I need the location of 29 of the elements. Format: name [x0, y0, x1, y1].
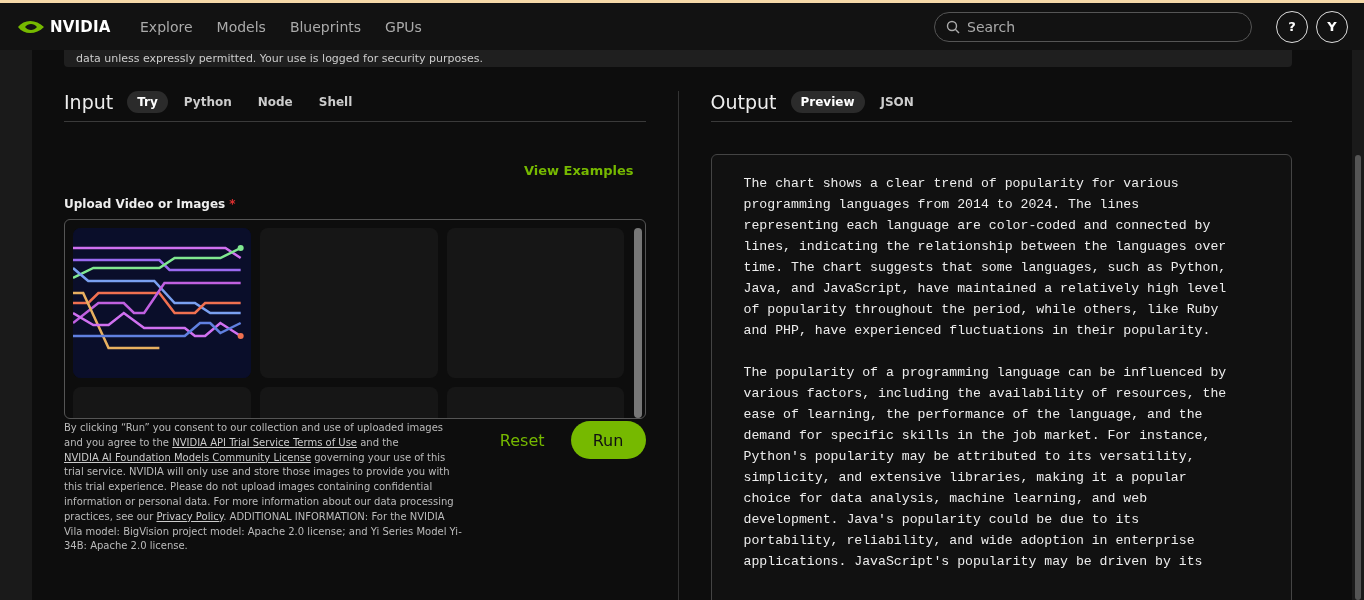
run-button[interactable]: Run	[570, 421, 646, 459]
section-title: Output	[710, 91, 777, 113]
search-field[interactable]: Search	[934, 11, 1252, 42]
required-mark: *	[229, 197, 236, 211]
view-examples-link[interactable]: View Examples	[523, 163, 634, 178]
output-paragraph: The popularity of a programming language can be influenced by various factors, including the availability of resources, the ease of learning, the performance of the language, and the demand for specific skills in the job market. For instance, Python's popularity may be attributed to its versatility, simplicity, and extensive libraries, making it a popular choice for data analysis, machine learning, and web development. Java's popularity could be due to its portability, reliability, and wide adoption in enterprise applications. JavaScript's popularity may be driven by its	[743, 364, 1228, 571]
consent-text: By clicking “Run” you consent to our collection and use of uploaded images and you agree to the NVIDIA API Trial Service Terms of Use and the NVIDIA AI Foundation Models Community License governing your use of this trial service. NVIDIA will only use and store those images to provide you with this trial experience. Please do not upload images containing confidential information or personal data. For more information about our data processing practices, see our Privacy Policy. ADDITIONAL INFORMATION: For the NVIDIA Vila model: BigVision project model: Apache 2.0 license; and Yi Series Model Yi-34B: Apache 2.0 license.	[64, 421, 463, 554]
tab[interactable]: Python	[173, 91, 242, 113]
tab[interactable]: Preview	[790, 91, 865, 113]
scrollbar-thumb[interactable]	[633, 228, 642, 418]
nav-link[interactable]: GPUs	[385, 18, 422, 35]
nav-link[interactable]: Blueprints	[289, 18, 362, 35]
output-paragraph: The chart shows a clear trend of popularity for various programming languages from 2014 to 2024. The lines representing each language are color-coded and connected by lines, indicating the relationship between the languages over time. The chart suggests that some languages, such as Python, Java, and JavaScript, have maintained a relatively high level of popularity throughout the period, while others, like Ruby and PHP, have experienced fluctuations in their popularity.	[743, 175, 1228, 340]
search-icon	[946, 19, 960, 34]
upload-area[interactable]	[64, 219, 646, 419]
tab[interactable]: JSON	[870, 91, 924, 113]
nav-link[interactable]: Models	[216, 18, 266, 35]
policy-link[interactable]: NVIDIA AI Foundation Models Community License	[64, 451, 312, 463]
tab[interactable]: Try	[127, 91, 168, 113]
field-label: Upload Video or Images	[64, 197, 226, 211]
policy-link[interactable]: NVIDIA API Trial Service Terms of Use	[172, 436, 358, 448]
scrollbar-thumb[interactable]	[1355, 155, 1361, 600]
tab[interactable]: Node	[247, 91, 303, 113]
tab[interactable]: Shell	[308, 91, 363, 113]
brand-name[interactable]: NVIDIA	[50, 17, 111, 36]
section-title: Input	[64, 91, 114, 113]
nav-link[interactable]: Explore	[140, 18, 193, 35]
reset-button[interactable]: Reset	[493, 421, 551, 459]
notice-banner: data unless expressly permitted. Your use is logged for security purposes.	[64, 50, 1292, 67]
